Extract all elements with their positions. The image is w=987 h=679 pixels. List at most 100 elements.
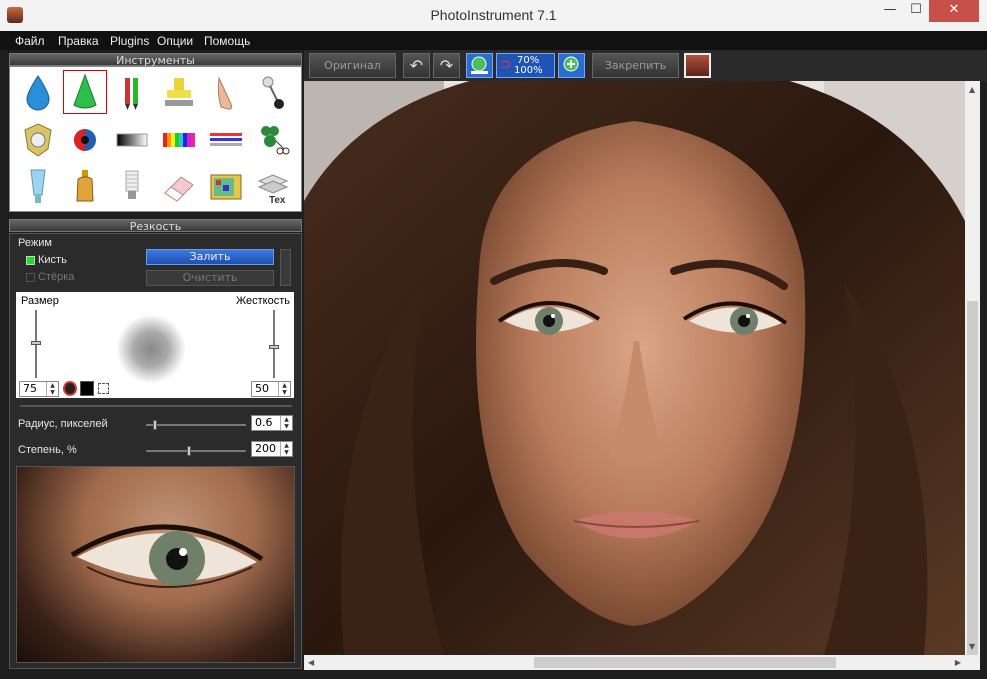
tools-grid: Tex	[9, 66, 302, 212]
radius-spinbox[interactable]: 0.6 ▲ ▼	[251, 415, 293, 431]
undo-button[interactable]: ↶	[403, 53, 430, 78]
radius-slider[interactable]	[146, 424, 246, 426]
tool-bottle[interactable]	[63, 165, 107, 209]
text-layers-icon: Tex	[257, 174, 289, 206]
pin-button[interactable]: Закрепить	[592, 53, 679, 78]
scroll-corner	[965, 655, 980, 670]
eraser-label[interactable]: Стёрка	[38, 271, 74, 283]
image-canvas[interactable]	[304, 81, 965, 655]
size-slider-thumb[interactable]	[31, 341, 41, 345]
tool-eraser[interactable]	[157, 165, 201, 209]
hardness-label: Жесткость	[235, 295, 290, 307]
degree-value: 200	[255, 442, 276, 455]
zoom-percent-button[interactable]: ⊃ 70% 100%	[496, 53, 555, 78]
brush-preview-box: Размер Жесткость 75 ▲ ▼ 50 ▲ ▼	[16, 292, 294, 398]
tool-eye-color[interactable]	[63, 118, 107, 162]
gradient-icon	[116, 133, 148, 147]
dotted-brush-icon[interactable]	[98, 383, 109, 394]
degree-slider-thumb[interactable]	[187, 446, 191, 456]
tool-finger[interactable]	[204, 71, 248, 115]
scroll-left-icon[interactable]: ◀	[308, 658, 314, 667]
degree-label: Степень, %	[18, 444, 77, 456]
zoom-bottom-value: 100%	[514, 65, 543, 76]
tv-icon	[210, 174, 242, 200]
magnifier-preview	[16, 466, 295, 663]
tool-lines[interactable]	[204, 118, 248, 162]
menu-options[interactable]: Опции	[157, 34, 193, 48]
degree-slider[interactable]	[146, 450, 246, 452]
radius-label: Радиус, пикселей	[18, 418, 108, 430]
menu-help[interactable]: Помощь	[204, 34, 250, 48]
size-value: 75	[23, 382, 37, 395]
hardness-slider-thumb[interactable]	[269, 345, 279, 349]
mode-label: Режим	[18, 237, 52, 249]
tool-text-layers[interactable]: Tex	[251, 165, 295, 209]
tool-gradient[interactable]	[110, 118, 154, 162]
zoom-in-icon	[563, 56, 579, 72]
bulb-icon	[125, 170, 139, 199]
horizontal-scrollbar[interactable]: ◀ ▶	[304, 655, 965, 670]
round-brush-icon[interactable]	[63, 381, 77, 396]
minimize-button[interactable]: —	[877, 0, 903, 22]
clear-button[interactable]: Очистить	[146, 270, 274, 286]
tool-shield[interactable]	[16, 118, 60, 162]
zoom-fit-icon	[471, 56, 488, 74]
panel-grip[interactable]	[280, 249, 291, 286]
settings-panel-title: Резкость	[9, 219, 302, 233]
tool-bulb[interactable]	[110, 165, 154, 209]
radius-spin-arrows[interactable]: ▲ ▼	[280, 416, 292, 430]
pencil-icon	[125, 78, 138, 110]
maximize-button[interactable]: ☐	[903, 0, 929, 22]
color-bars-icon	[163, 133, 195, 147]
tool-stamp[interactable]	[157, 71, 201, 115]
thumbnail-icon[interactable]	[684, 53, 711, 78]
tool-color-bars[interactable]	[157, 118, 201, 162]
size-spin-arrows[interactable]: ▲ ▼	[46, 382, 58, 396]
tool-clone[interactable]	[251, 118, 295, 162]
radius-value: 0.6	[255, 416, 273, 429]
horizontal-scroll-thumb[interactable]	[534, 657, 836, 668]
brush-preview	[116, 314, 186, 384]
brush-radio[interactable]	[26, 256, 35, 265]
pin-icon	[262, 76, 284, 109]
fill-button[interactable]: Залить	[146, 249, 274, 265]
hardness-spinbox[interactable]: 50 ▲ ▼	[251, 381, 291, 397]
menu-plugins[interactable]: Plugins	[110, 34, 149, 48]
zoom-in-button[interactable]	[558, 53, 585, 78]
tool-sharpen[interactable]	[63, 70, 107, 114]
size-spinbox[interactable]: 75 ▲ ▼	[19, 381, 59, 397]
vertical-scrollbar[interactable]: ▲ ▼	[965, 81, 980, 661]
square-brush-icon[interactable]	[80, 381, 94, 396]
bottle-icon	[76, 170, 94, 202]
tool-tube[interactable]	[16, 165, 60, 209]
close-button[interactable]: ✕	[929, 0, 979, 22]
degree-spin-arrows[interactable]: ▲ ▼	[280, 442, 292, 456]
tools-panel-title: Инструменты	[9, 53, 302, 67]
eraser-radio[interactable]	[26, 273, 35, 282]
scroll-up-icon[interactable]: ▲	[969, 85, 975, 94]
radius-slider-thumb[interactable]	[153, 420, 157, 430]
stamp-icon	[165, 78, 193, 106]
scroll-right-icon[interactable]: ▶	[955, 658, 961, 667]
eye-color-icon	[74, 129, 96, 151]
eraser-icon	[164, 176, 194, 202]
divider	[20, 405, 292, 407]
menu-edit[interactable]: Правка	[58, 34, 99, 48]
tool-pin[interactable]	[251, 71, 295, 115]
tool-drop[interactable]	[16, 71, 60, 115]
brush-label[interactable]: Кисть	[38, 254, 67, 266]
zoom-fit-button[interactable]	[466, 53, 493, 78]
original-button[interactable]: Оригинал	[309, 53, 396, 78]
zoom-magnet-icon: ⊃	[499, 55, 512, 73]
tool-tv[interactable]	[204, 165, 248, 209]
degree-spinbox[interactable]: 200 ▲ ▼	[251, 441, 293, 457]
hardness-slider[interactable]	[273, 310, 275, 378]
hardness-value: 50	[255, 382, 269, 395]
tool-pencil[interactable]	[110, 71, 154, 115]
scroll-down-icon[interactable]: ▼	[969, 642, 975, 651]
menu-file[interactable]: Файл	[15, 34, 45, 48]
redo-button[interactable]: ↷	[433, 53, 460, 78]
drop-icon	[26, 75, 50, 111]
vertical-scroll-thumb[interactable]	[967, 301, 978, 661]
hardness-spin-arrows[interactable]: ▲ ▼	[278, 382, 290, 396]
